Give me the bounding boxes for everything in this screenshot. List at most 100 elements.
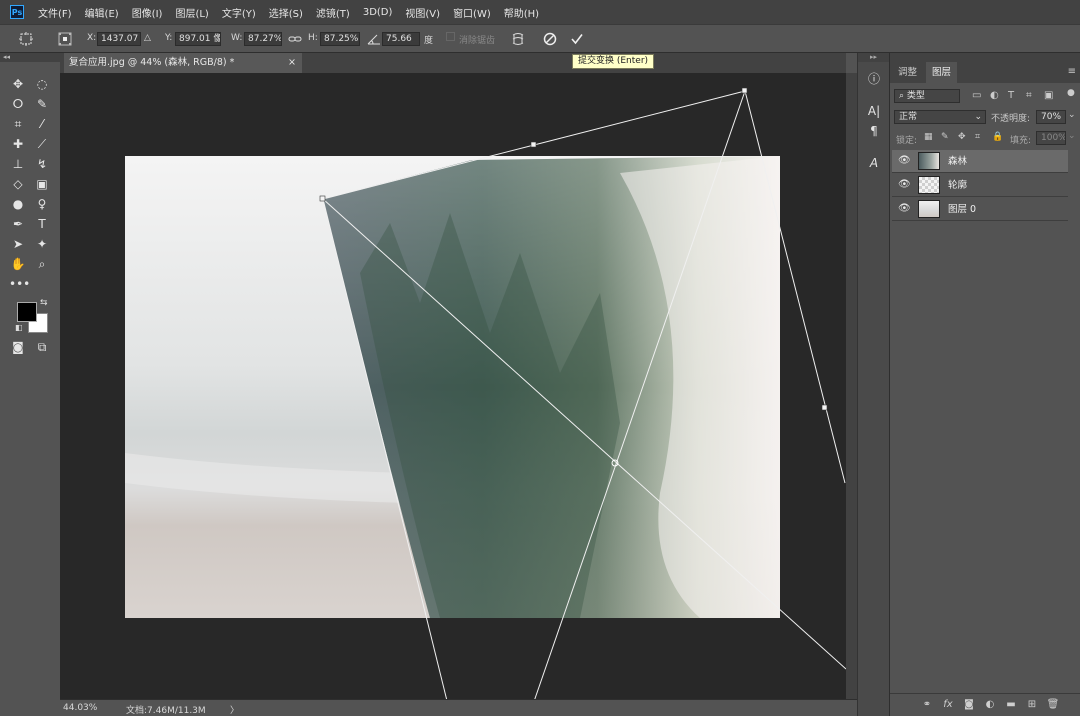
default-colors-icon[interactable]: ◧ (15, 323, 23, 332)
transform-tool-icon[interactable] (18, 31, 34, 47)
vertical-scrollbar[interactable] (846, 73, 857, 699)
panel-menu-icon[interactable]: ≡ (1068, 66, 1076, 77)
layer-row-layer0[interactable]: 👁 图层 0 (892, 198, 1068, 221)
menu-window[interactable]: 窗口(W) (453, 5, 491, 20)
layer-row-forest[interactable]: 👁 森林 (892, 150, 1068, 173)
dock-collapse-icon[interactable]: ▸▸ (858, 53, 889, 62)
foreground-color-swatch[interactable] (17, 302, 37, 322)
reference-point-icon[interactable] (57, 31, 73, 47)
layer-filter-field[interactable]: ⌕ 类型 (894, 89, 960, 103)
ellipse-marquee-icon[interactable]: ◌ (33, 75, 51, 93)
opacity-chevron-icon[interactable]: ⌄ (1068, 110, 1076, 120)
close-tab-icon[interactable]: × (288, 53, 296, 73)
path-select-icon[interactable]: ➤ (9, 235, 27, 253)
pen-tool-icon[interactable]: ✒ (9, 215, 27, 233)
filter-shape-icon[interactable]: ⌗ (1026, 90, 1032, 101)
menu-image[interactable]: 图像(I) (132, 5, 163, 20)
commit-transform-icon[interactable] (569, 31, 585, 47)
menu-type[interactable]: 文字(Y) (222, 5, 256, 20)
eyedropper-icon[interactable]: ⁄ (33, 115, 51, 133)
menu-file[interactable]: 文件(F) (38, 5, 72, 20)
quick-mask-icon[interactable]: ◙ (9, 338, 27, 356)
blend-mode-select[interactable]: 正常 ⌄ (894, 110, 986, 124)
height-field[interactable]: 87.25% (320, 32, 360, 46)
custom-shape-icon[interactable]: ✦ (33, 235, 51, 253)
zoom-level[interactable]: 44.03% (63, 703, 97, 713)
visibility-eye-icon[interactable]: 👁 (898, 155, 911, 167)
menu-help[interactable]: 帮助(H) (504, 5, 539, 20)
filter-toggle-icon[interactable]: ● (1067, 88, 1075, 98)
link-layers-icon[interactable]: ⚭ (920, 698, 934, 712)
y-position-field[interactable]: 897.01 像 (175, 32, 221, 46)
blur-tool-icon[interactable]: ● (9, 195, 27, 213)
tab-adjustments[interactable]: 调整 (892, 62, 923, 83)
opacity-field[interactable]: 70% (1036, 110, 1066, 124)
adjustment-layer-icon[interactable]: ◐ (983, 698, 997, 712)
layer-name: 森林 (948, 156, 968, 167)
opacity-label: 不透明度: (991, 114, 1031, 124)
layer-row-outline[interactable]: 👁 轮廓 (892, 174, 1068, 197)
tab-layers[interactable]: 图层 (926, 62, 958, 83)
width-field[interactable]: 87.27% (244, 32, 282, 46)
move-tool-icon[interactable]: ✥ (9, 75, 27, 93)
options-bar: X: 1437.07 像 △ Y: 897.01 像 W: 87.27% H: … (0, 24, 1080, 53)
clone-stamp-icon[interactable]: ⊥ (9, 155, 27, 173)
character-panel-icon[interactable]: A| (864, 101, 884, 121)
dodge-tool-icon[interactable]: ♀ (33, 195, 51, 213)
brush-tool-icon[interactable]: ⟋ (33, 135, 51, 153)
cancel-transform-icon[interactable] (542, 31, 558, 47)
new-group-icon[interactable]: ▬ (1004, 698, 1018, 712)
visibility-eye-icon[interactable]: 👁 (898, 179, 911, 191)
canvas-area[interactable] (60, 73, 846, 699)
lock-transparent-icon[interactable]: ▦ (924, 132, 933, 142)
angle-field[interactable]: 75.66 (382, 32, 420, 46)
toolbox-collapse-icon[interactable]: ◂◂ (0, 53, 60, 62)
fill-chevron-icon[interactable]: ⌄ (1068, 131, 1076, 141)
type-tool-icon[interactable]: T (33, 215, 51, 233)
menu-filter[interactable]: 滤镜(T) (316, 5, 350, 20)
delete-layer-icon[interactable]: 🗑 (1046, 698, 1060, 712)
lock-artboard-icon[interactable]: ⌗ (975, 132, 980, 142)
quick-select-icon[interactable]: ✎ (33, 95, 51, 113)
eraser-tool-icon[interactable]: ◇ (9, 175, 27, 193)
document-canvas[interactable] (60, 73, 846, 699)
menu-select[interactable]: 选择(S) (269, 5, 303, 20)
menu-3d[interactable]: 3D(D) (363, 7, 393, 18)
info-panel-icon[interactable]: ⓘ (864, 69, 884, 89)
healing-brush-icon[interactable]: ✚ (9, 135, 27, 153)
filter-smart-icon[interactable]: ▣ (1044, 90, 1053, 101)
layer-effects-icon[interactable]: fx (941, 698, 955, 712)
delta-icon[interactable]: △ (144, 33, 151, 43)
document-tab[interactable]: 复合应用.jpg @ 44% (森林, RGB/8) * × (64, 53, 302, 73)
menu-view[interactable]: 视图(V) (405, 5, 440, 20)
crop-tool-icon[interactable]: ⌗ (9, 115, 27, 133)
swap-colors-icon[interactable]: ⇆ (40, 298, 48, 308)
history-brush-icon[interactable]: ↯ (33, 155, 51, 173)
filter-adjust-icon[interactable]: ◐ (990, 90, 999, 101)
new-layer-icon[interactable]: ⊞ (1025, 698, 1039, 712)
warp-mode-icon[interactable] (510, 31, 526, 47)
paragraph-panel-icon[interactable]: ¶ (864, 121, 884, 141)
screen-mode-icon[interactable]: ⧉ (33, 338, 51, 356)
lasso-tool-icon[interactable]: ⵔ (9, 95, 27, 113)
filter-type-icon[interactable]: T (1008, 90, 1014, 101)
link-icon[interactable] (287, 31, 303, 47)
hand-tool-icon[interactable]: ✋ (9, 255, 27, 273)
visibility-eye-icon[interactable]: 👁 (898, 203, 911, 215)
lock-position-icon[interactable]: ✥ (958, 132, 966, 142)
add-mask-icon[interactable]: ◙ (962, 698, 976, 712)
lock-pixels-icon[interactable]: ✎ (941, 132, 949, 142)
menu-layer[interactable]: 图层(L) (175, 5, 208, 20)
menu-edit[interactable]: 编辑(E) (85, 5, 119, 20)
gradient-tool-icon[interactable]: ▣ (33, 175, 51, 193)
interpolation-checkbox[interactable] (446, 32, 455, 41)
lock-all-icon[interactable]: 🔒 (992, 132, 1003, 142)
glyphs-panel-icon[interactable]: A (864, 153, 884, 173)
fill-field[interactable]: 100% (1036, 131, 1066, 145)
more-tools-icon[interactable]: ••• (9, 275, 30, 293)
filter-pixel-icon[interactable]: ▭ (972, 90, 981, 101)
toolbox: ◂◂ ✥ ◌ ⵔ ✎ ⌗ ⁄ ✚ ⟋ ⊥ ↯ ◇ ▣ ● ♀ ✒ T ➤ ✦ ✋… (0, 53, 60, 716)
zoom-tool-icon[interactable]: ⌕ (33, 255, 51, 273)
x-position-field[interactable]: 1437.07 像 (97, 32, 141, 46)
status-menu-arrow[interactable]: 〉 (230, 703, 239, 716)
